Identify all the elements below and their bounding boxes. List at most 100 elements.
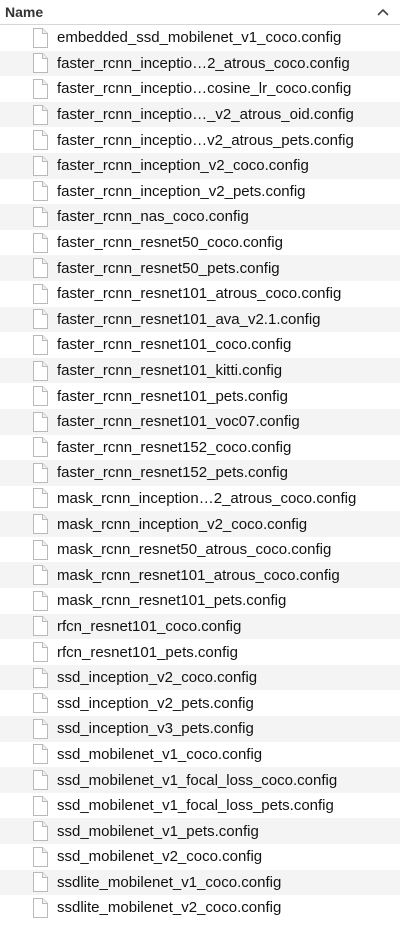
file-name: mask_rcnn_resnet101_atrous_coco.config (57, 566, 340, 584)
file-row[interactable]: ssd_mobilenet_v1_coco.config (0, 742, 400, 768)
file-row[interactable]: ssd_inception_v2_pets.config (0, 690, 400, 716)
document-icon (32, 130, 48, 151)
document-icon (32, 155, 48, 176)
file-name: faster_rcnn_resnet101_voc07.config (57, 413, 300, 431)
file-name: embedded_ssd_mobilenet_v1_coco.config (57, 29, 342, 47)
file-name: faster_rcnn_resnet101_kitti.config (57, 362, 283, 380)
file-name: faster_rcnn_resnet101_pets.config (57, 387, 288, 405)
document-icon (32, 206, 48, 227)
file-row[interactable]: ssd_inception_v2_coco.config (0, 664, 400, 691)
file-row[interactable]: faster_rcnn_resnet152_coco.config (0, 435, 400, 461)
file-name: faster_rcnn_resnet101_atrous_coco.config (57, 285, 342, 303)
file-name: mask_rcnn_resnet50_atrous_coco.config (57, 541, 332, 559)
file-name: ssd_mobilenet_v1_coco.config (57, 745, 263, 763)
file-row[interactable]: rfcn_resnet101_coco.config (0, 613, 400, 640)
file-name: faster_rcnn_inceptio…cosine_lr_coco.conf… (57, 80, 352, 98)
document-icon (32, 462, 48, 483)
file-row[interactable]: embedded_ssd_mobilenet_v1_coco.config (0, 25, 400, 51)
file-row[interactable]: mask_rcnn_inception_v2_coco.config (0, 511, 400, 537)
file-name: faster_rcnn_inception_v2_pets.config (57, 182, 306, 200)
file-row[interactable]: faster_rcnn_resnet152_pets.config (0, 460, 400, 486)
document-icon (32, 309, 48, 330)
document-icon (32, 642, 48, 663)
column-header-name[interactable]: Name (0, 0, 400, 25)
file-name: faster_rcnn_inceptio…v2_atrous_pets.conf… (57, 131, 354, 149)
file-row[interactable]: rfcn_resnet101_pets.config (0, 639, 400, 665)
document-icon (32, 539, 48, 560)
file-name: ssd_inception_v3_pets.config (57, 720, 254, 738)
document-icon (32, 78, 48, 99)
file-row[interactable]: faster_rcnn_resnet50_pets.config (0, 255, 400, 281)
file-name: ssd_mobilenet_v1_focal_loss_coco.config (57, 771, 338, 789)
file-name: mask_rcnn_resnet101_pets.config (57, 592, 287, 610)
document-icon (32, 411, 48, 432)
document-icon (32, 181, 48, 202)
file-row[interactable]: faster_rcnn_resnet50_coco.config (0, 230, 400, 256)
file-row[interactable]: ssd_inception_v3_pets.config (0, 716, 400, 742)
file-row[interactable]: faster_rcnn_nas_coco.config (0, 204, 400, 230)
file-name: ssd_inception_v2_pets.config (57, 694, 254, 712)
file-row[interactable]: mask_rcnn_resnet101_pets.config (0, 588, 400, 614)
file-row[interactable]: ssd_mobilenet_v1_pets.config (0, 818, 400, 844)
file-name: ssd_mobilenet_v1_pets.config (57, 822, 259, 840)
file-row[interactable]: mask_rcnn_resnet101_atrous_coco.config (0, 562, 400, 589)
chevron-up-icon[interactable] (372, 1, 394, 23)
document-icon (32, 718, 48, 739)
file-name: faster_rcnn_nas_coco.config (57, 208, 249, 226)
document-icon (32, 872, 48, 893)
file-row[interactable]: faster_rcnn_resnet101_kitti.config (0, 357, 400, 384)
file-name: ssdlite_mobilenet_v2_coco.config (57, 899, 282, 917)
document-icon (32, 258, 48, 279)
document-icon (32, 846, 48, 867)
document-icon (32, 437, 48, 458)
file-row[interactable]: ssd_mobilenet_v1_focal_loss_pets.config (0, 793, 400, 819)
file-name: faster_rcnn_resnet50_coco.config (57, 234, 283, 252)
file-name: faster_rcnn_resnet101_coco.config (57, 336, 292, 354)
file-name: ssd_mobilenet_v1_focal_loss_pets.config (57, 797, 334, 815)
document-icon (32, 360, 48, 381)
file-name: faster_rcnn_inceptio…2_atrous_coco.confi… (57, 54, 350, 72)
document-icon (32, 744, 48, 765)
file-row[interactable]: faster_rcnn_resnet101_ava_v2.1.config (0, 306, 400, 333)
file-row[interactable]: mask_rcnn_inception…2_atrous_coco.config (0, 486, 400, 512)
file-row[interactable]: faster_rcnn_inceptio…cosine_lr_coco.conf… (0, 76, 400, 102)
file-list: embedded_ssd_mobilenet_v1_coco.configfas… (0, 25, 400, 921)
file-name: faster_rcnn_resnet152_pets.config (57, 464, 288, 482)
file-name: ssd_mobilenet_v2_coco.config (57, 848, 263, 866)
file-name: rfcn_resnet101_coco.config (57, 617, 242, 635)
file-row[interactable]: faster_rcnn_inceptio…v2_atrous_pets.conf… (0, 127, 400, 153)
file-row[interactable]: ssdlite_mobilenet_v1_coco.config (0, 869, 400, 896)
document-icon (32, 283, 48, 304)
file-row[interactable]: faster_rcnn_inceptio…2_atrous_coco.confi… (0, 50, 400, 77)
file-row[interactable]: faster_rcnn_inception_v2_pets.config (0, 179, 400, 205)
file-row[interactable]: faster_rcnn_resnet101_pets.config (0, 383, 400, 409)
document-icon (32, 795, 48, 816)
file-row[interactable]: mask_rcnn_resnet50_atrous_coco.config (0, 537, 400, 563)
file-row[interactable]: faster_rcnn_resnet101_atrous_coco.config (0, 281, 400, 307)
file-row[interactable]: faster_rcnn_resnet101_voc07.config (0, 408, 400, 435)
column-title: Name (5, 4, 44, 20)
document-icon (32, 590, 48, 611)
file-row[interactable]: faster_rcnn_inception_v2_coco.config (0, 152, 400, 179)
document-icon (32, 565, 48, 586)
file-name: faster_rcnn_resnet50_pets.config (57, 259, 280, 277)
file-name: faster_rcnn_resnet152_coco.config (57, 438, 292, 456)
file-name: ssdlite_mobilenet_v1_coco.config (57, 873, 282, 891)
file-name: ssd_inception_v2_coco.config (57, 669, 258, 687)
file-row[interactable]: ssdlite_mobilenet_v2_coco.config (0, 895, 400, 921)
document-icon (32, 53, 48, 74)
file-name: faster_rcnn_inception_v2_coco.config (57, 157, 309, 175)
file-name: faster_rcnn_inceptio…_v2_atrous_oid.conf… (57, 106, 354, 124)
document-icon (32, 334, 48, 355)
file-name: faster_rcnn_resnet101_ava_v2.1.config (57, 310, 321, 328)
file-row[interactable]: ssd_mobilenet_v2_coco.config (0, 844, 400, 870)
file-row[interactable]: ssd_mobilenet_v1_focal_loss_coco.config (0, 767, 400, 793)
finder-list-view: Name embedded_ssd_mobilenet_v1_coco.conf… (0, 0, 400, 935)
file-name: mask_rcnn_inception…2_atrous_coco.config (57, 489, 357, 507)
document-icon (32, 386, 48, 407)
document-icon (32, 514, 48, 535)
file-row[interactable]: faster_rcnn_resnet101_coco.config (0, 332, 400, 358)
file-row[interactable]: faster_rcnn_inceptio…_v2_atrous_oid.conf… (0, 101, 400, 128)
document-icon (32, 232, 48, 253)
file-name: rfcn_resnet101_pets.config (57, 643, 238, 661)
